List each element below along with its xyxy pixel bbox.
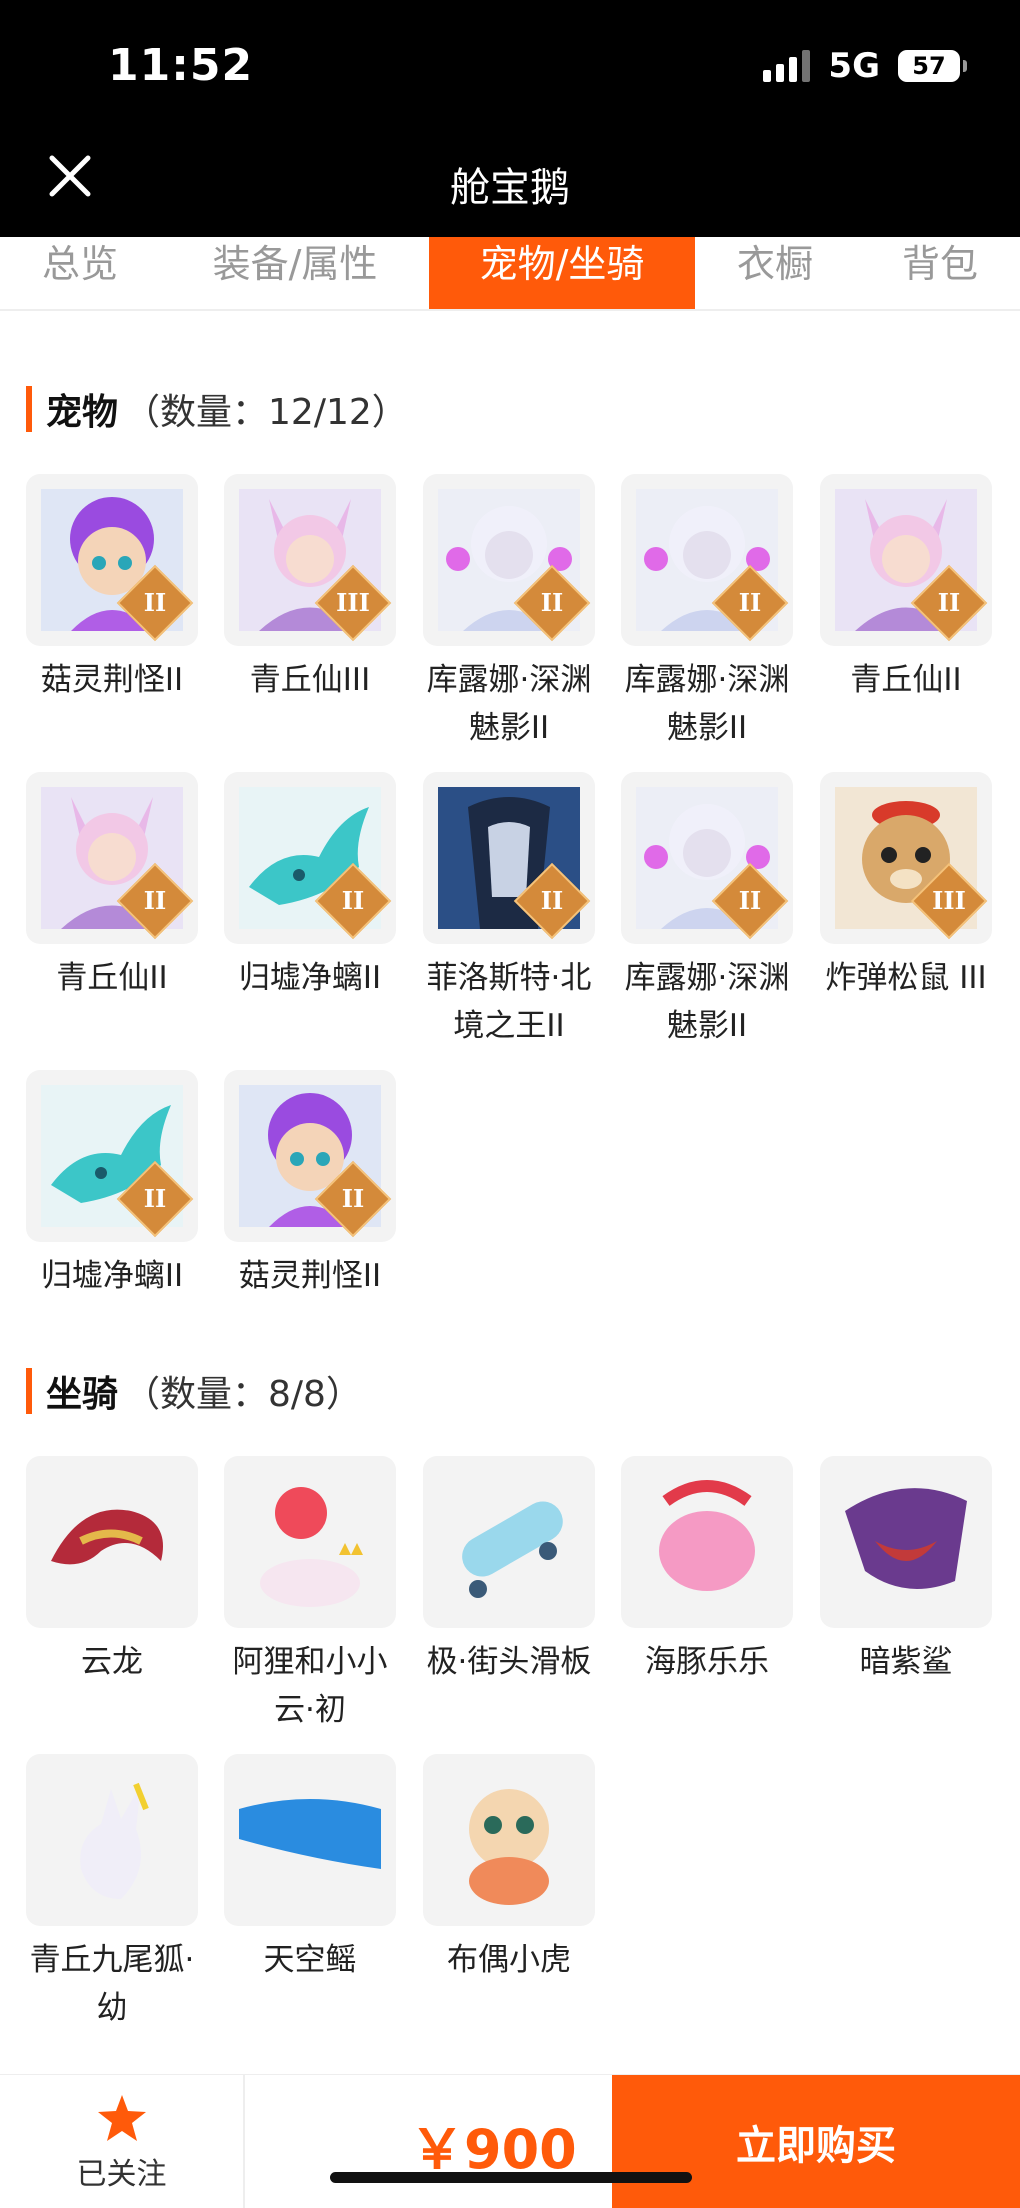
home-indicator	[330, 2172, 692, 2183]
mount-thumbnail	[26, 1754, 198, 1926]
pet-thumbnail: II	[26, 772, 198, 944]
tab-equipment[interactable]: 装备/属性	[190, 237, 400, 309]
mount-item[interactable]: 天空鳐	[224, 1754, 396, 1984]
purple-shark-icon	[845, 1488, 967, 1589]
nine-tail-fox-icon	[80, 1782, 149, 1899]
mounts-title: 坐骑	[46, 1374, 119, 1415]
pet-thumbnail: II	[224, 1070, 396, 1242]
pet-name: 炸弹松鼠 III	[825, 960, 987, 996]
mount-thumbnail	[224, 1754, 396, 1926]
mount-item[interactable]: 布偶小虎	[423, 1754, 595, 1984]
network-label: 5G	[828, 46, 880, 86]
pet-name: 库露娜·深渊魅影II	[624, 662, 790, 746]
status-bar: 11:52 5G 57	[0, 0, 1020, 130]
follow-button[interactable]: 已关注	[0, 2075, 245, 2208]
pet-name: 菲洛斯特·北境之王II	[426, 960, 592, 1044]
section-accent	[26, 386, 32, 432]
mount-name: 阿狸和小小云·初	[232, 1644, 388, 1728]
pets-count: （数量：12/12）	[124, 392, 408, 433]
pet-item[interactable]: II 青丘仙II	[820, 474, 992, 704]
mount-name: 暗紫鲨	[859, 1644, 953, 1680]
mount-thumbnail	[224, 1456, 396, 1628]
mounts-count: （数量：8/8）	[124, 1374, 362, 1415]
cloud-dragon-icon	[51, 1509, 163, 1565]
pet-item[interactable]: II 库露娜·深渊魅影II	[621, 474, 793, 752]
pet-thumbnail: II	[423, 474, 595, 646]
bottom-action-bar: 已关注 ￥900 立即购买	[0, 2074, 1020, 2208]
status-indicators: 5G 57	[763, 46, 967, 86]
pet-item[interactable]: II 菇灵荆怪II	[26, 474, 198, 704]
pet-item[interactable]: II 库露娜·深渊魅影II	[621, 772, 793, 1050]
pet-item[interactable]: II 库露娜·深渊魅影II	[423, 474, 595, 752]
mount-thumbnail	[423, 1456, 595, 1628]
pet-name: 菇灵荆怪II	[238, 1258, 382, 1294]
pet-thumbnail: II	[621, 772, 793, 944]
pet-thumbnail: II	[224, 772, 396, 944]
pet-item[interactable]: II 菲洛斯特·北境之王II	[423, 772, 595, 1050]
pet-name: 菇灵荆怪II	[40, 662, 184, 698]
pet-thumbnail: III	[820, 772, 992, 944]
pet-item[interactable]: III 青丘仙III	[224, 474, 396, 704]
buy-now-button[interactable]: 立即购买	[612, 2075, 1020, 2208]
status-time: 11:52	[108, 40, 254, 91]
mount-name: 青丘九尾狐·幼	[29, 1942, 195, 2026]
cloth-tiger-icon	[469, 1789, 549, 1905]
mount-name: 极·街头滑板	[426, 1644, 592, 1680]
mount-name: 云龙	[81, 1644, 143, 1680]
pet-item[interactable]: II 归墟净螭II	[224, 772, 396, 1002]
follow-label: 已关注	[76, 2157, 167, 2192]
mount-item[interactable]: 阿狸和小小云·初	[224, 1456, 396, 1734]
pet-name: 青丘仙II	[850, 662, 962, 698]
mount-name: 布偶小虎	[447, 1942, 571, 1978]
tab-bar: 总览 装备/属性 宠物/坐骑 衣橱 背包	[0, 237, 1020, 311]
pet-name: 库露娜·深渊魅影II	[426, 662, 592, 746]
pet-name: 归墟净螭II	[238, 960, 382, 996]
pet-thumbnail: II	[820, 474, 992, 646]
pet-thumbnail: II	[26, 1070, 198, 1242]
pet-item[interactable]: II 菇灵荆怪II	[224, 1070, 396, 1300]
tab-backpack[interactable]: 背包	[890, 237, 990, 309]
pet-item[interactable]: II 青丘仙II	[26, 772, 198, 1002]
mount-item[interactable]: 极·街头滑板	[423, 1456, 595, 1686]
mount-item[interactable]: 海豚乐乐	[621, 1456, 793, 1686]
section-accent	[26, 1368, 32, 1414]
signal-icon	[763, 50, 811, 82]
tab-overview[interactable]: 总览	[30, 237, 130, 309]
pet-thumbnail: III	[224, 474, 396, 646]
pet-name: 库露娜·深渊魅影II	[624, 960, 790, 1044]
ali-fox-cloud-icon	[260, 1487, 363, 1607]
mounts-section-header: 坐骑 （数量：8/8）	[26, 1365, 362, 1417]
page-title: 舱宝鹅	[450, 165, 570, 211]
mount-thumbnail	[621, 1456, 793, 1628]
pet-thumbnail: II	[621, 474, 793, 646]
pet-name: 青丘仙II	[56, 960, 168, 996]
mount-item[interactable]: 青丘九尾狐·幼	[26, 1754, 198, 2032]
mount-item[interactable]: 云龙	[26, 1456, 198, 1686]
pet-name: 青丘仙III	[249, 662, 371, 698]
sky-ray-icon	[239, 1799, 381, 1869]
mount-thumbnail	[26, 1456, 198, 1628]
pet-name: 归墟净螭II	[40, 1258, 184, 1294]
skateboard-icon	[462, 1501, 563, 1598]
nav-bar: 舱宝鹅	[0, 130, 1020, 237]
star-icon	[0, 2093, 243, 2147]
dolphin-icon	[659, 1480, 755, 1591]
tab-wardrobe[interactable]: 衣橱	[730, 237, 820, 309]
pet-thumbnail: II	[26, 474, 198, 646]
pet-item[interactable]: III 炸弹松鼠 III	[820, 772, 992, 1002]
mount-thumbnail	[423, 1754, 595, 1926]
mount-name: 海豚乐乐	[645, 1644, 769, 1680]
pets-section-header: 宠物 （数量：12/12）	[26, 383, 408, 435]
mount-thumbnail	[820, 1456, 992, 1628]
tab-pets-mounts[interactable]: 宠物/坐骑	[429, 237, 695, 309]
pet-thumbnail: II	[423, 772, 595, 944]
battery-icon: 57	[898, 50, 967, 82]
mount-item[interactable]: 暗紫鲨	[820, 1456, 992, 1686]
mount-name: 天空鳐	[263, 1942, 357, 1978]
pet-item[interactable]: II 归墟净螭II	[26, 1070, 198, 1300]
pets-title: 宠物	[46, 392, 119, 433]
